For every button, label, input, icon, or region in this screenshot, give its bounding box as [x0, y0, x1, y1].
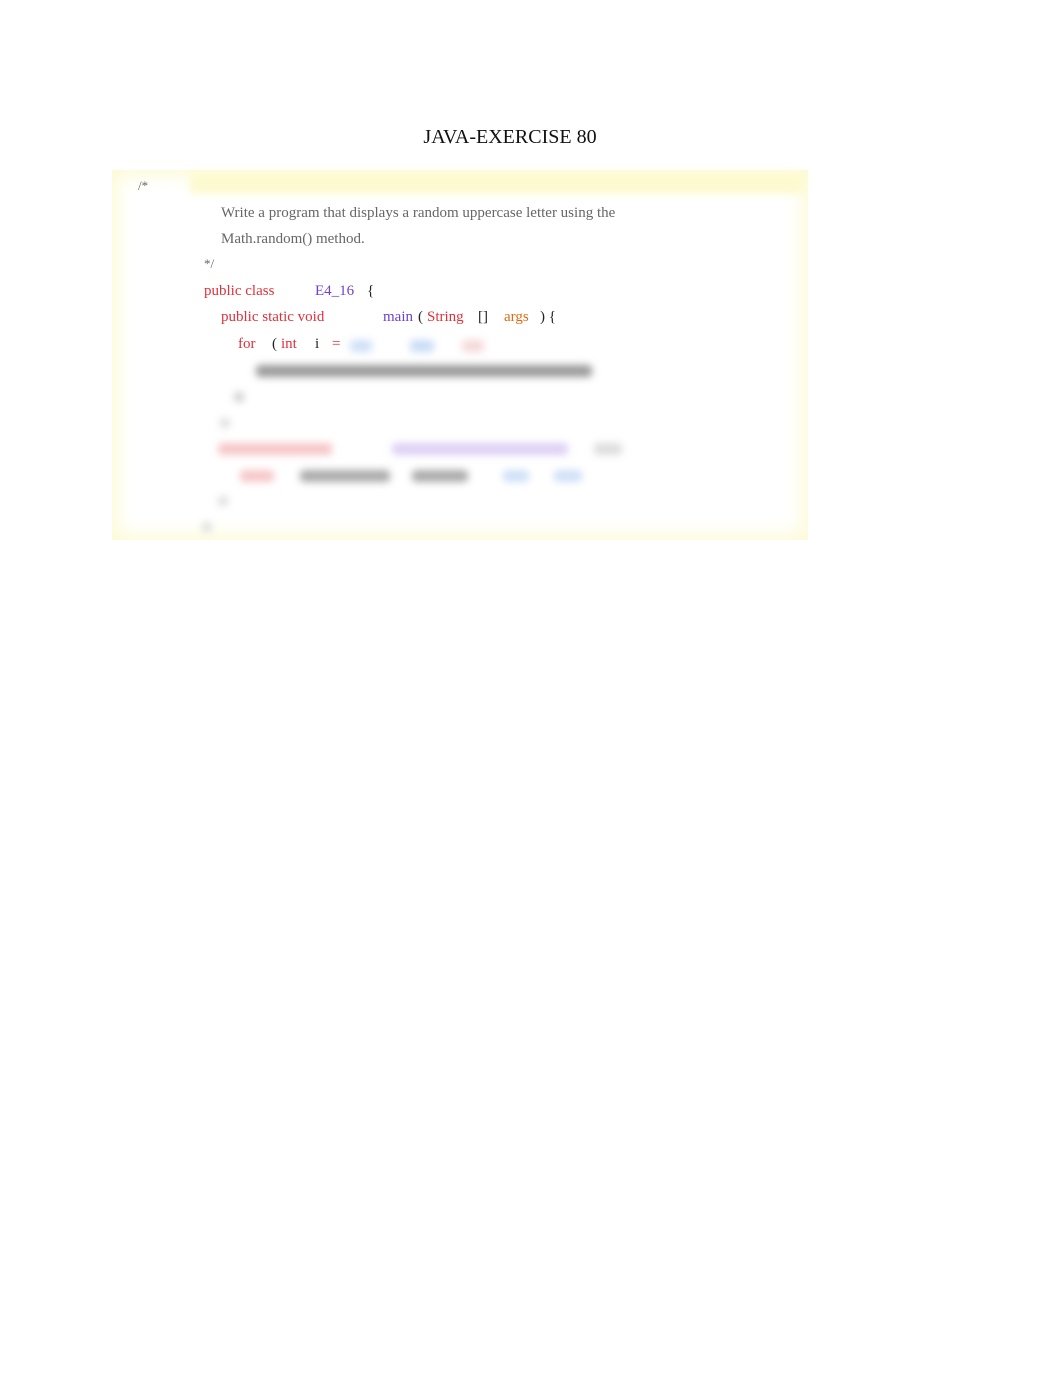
method-keywords: public static void: [221, 309, 325, 325]
blurred-code: [220, 418, 230, 428]
description-line-1: Write a program that displays a random u…: [221, 205, 616, 221]
blurred-code: [256, 365, 592, 377]
int-keyword: int: [281, 336, 297, 352]
blurred-code: [218, 443, 332, 455]
blurred-code: [554, 470, 582, 482]
brace: {: [367, 283, 375, 299]
blurred-code: [410, 340, 434, 352]
equals: =: [332, 336, 341, 352]
for-keyword: for: [238, 336, 256, 352]
blurred-code: [594, 443, 622, 455]
blurred-code: [202, 522, 212, 532]
blurred-code: [392, 443, 568, 455]
param-name: args: [504, 309, 529, 325]
param-type: String: [427, 309, 464, 325]
blurred-code: [218, 496, 228, 506]
blurred-code: [300, 470, 390, 482]
code-block: [112, 170, 808, 540]
blurred-code: [234, 392, 244, 402]
class-name: E4_16: [315, 283, 355, 299]
blurred-code: [240, 470, 274, 482]
paren: (: [272, 336, 277, 352]
array-brackets: []: [478, 309, 488, 325]
blurred-code: [350, 340, 372, 352]
method-name: main: [383, 309, 413, 325]
paren: (: [418, 309, 423, 325]
highlight-band: [190, 172, 805, 194]
blurred-code: [503, 470, 529, 482]
page-title: JAVA-EXERCISE 80: [423, 126, 597, 148]
blurred-code: [462, 340, 484, 352]
class-keyword: public class: [204, 283, 275, 299]
blurred-code: [412, 470, 468, 482]
comment-open: /*: [138, 178, 149, 193]
loop-var: i: [315, 336, 320, 352]
description-line-2: Math.random() method.: [221, 231, 365, 247]
comment-close: */: [204, 256, 215, 271]
paren-close: ) {: [540, 309, 556, 325]
